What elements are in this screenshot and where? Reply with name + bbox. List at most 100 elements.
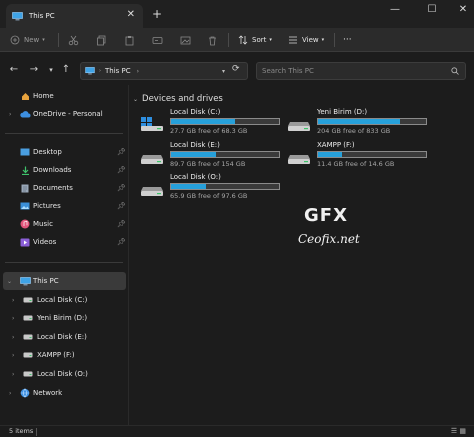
watermark-logo: GFX	[304, 205, 348, 226]
pin-icon[interactable]: 📌︎	[117, 202, 126, 210]
sidebar-item-local-disk-e[interactable]: › Local Disk (E:)	[0, 328, 126, 346]
drive-usage-fill	[171, 184, 206, 189]
chevron-down-icon: ▾	[269, 37, 272, 43]
drive-item-o[interactable]: Local Disk (O:) 65.9 GB free of 97.6 GB	[140, 173, 290, 203]
chevron-right-icon[interactable]: ›	[12, 371, 14, 378]
status-bar: 5 items ☰ ▦	[0, 425, 474, 437]
sidebar-item-this-pc[interactable]: ⌄ This PC	[3, 272, 126, 290]
drive-name: Local Disk (O:)	[170, 173, 221, 181]
drive-item-e[interactable]: Local Disk (E:) 89.7 GB free of 154 GB	[140, 141, 290, 171]
sidebar-item-pictures[interactable]: Pictures 📌︎	[0, 197, 126, 215]
sidebar-item-label: Yeni Birim (D:)	[37, 314, 88, 322]
sidebar-item-label: XAMPP (F:)	[37, 351, 75, 359]
share-button[interactable]	[180, 33, 191, 47]
pc-icon	[85, 67, 95, 75]
sidebar-item-label: Local Disk (E:)	[37, 333, 87, 341]
drive-item-f[interactable]: XAMPP (F:) 11.4 GB free of 14.6 GB	[287, 141, 437, 171]
new-label: New	[24, 36, 40, 44]
sidebar-item-home[interactable]: Home	[0, 87, 126, 105]
sidebar-item-network[interactable]: › Network	[0, 384, 126, 402]
sort-icon	[238, 35, 248, 45]
chevron-right-icon[interactable]: ›	[12, 297, 14, 304]
drive-icon	[141, 155, 163, 164]
chevron-right-icon[interactable]: ›	[12, 315, 14, 322]
sidebar-item-onedrive[interactable]: › OneDrive - Personal	[0, 105, 126, 123]
drive-usage-fill	[318, 152, 342, 157]
drive-usage-bar	[170, 151, 280, 158]
chevron-down-icon[interactable]: ⌄	[7, 278, 12, 285]
drive-usage-bar	[317, 151, 427, 158]
chevron-right-icon[interactable]: ›	[9, 390, 11, 397]
music-icon	[20, 219, 30, 229]
copy-button[interactable]	[96, 33, 107, 47]
sidebar-item-local-disk-c[interactable]: › Local Disk (C:)	[0, 291, 126, 309]
new-button[interactable]: New ▾	[10, 33, 45, 47]
drive-free-space: 27.7 GB free of 68.3 GB	[170, 127, 248, 135]
close-button[interactable]: ✕	[453, 4, 473, 15]
sidebar-item-label: OneDrive - Personal	[33, 110, 103, 118]
address-dropdown-icon[interactable]: ▾	[222, 68, 225, 75]
up-button[interactable]: ↑	[59, 64, 73, 75]
sidebar-item-desktop[interactable]: Desktop 📌︎	[0, 143, 126, 161]
view-toggle-icons[interactable]: ☰ ▦	[451, 427, 466, 435]
pc-icon	[12, 11, 23, 20]
sidebar-item-label: Pictures	[33, 202, 61, 210]
chevron-down-icon[interactable]: ⌄	[133, 96, 138, 103]
new-tab-button[interactable]: +	[152, 7, 162, 21]
pin-icon[interactable]: 📌︎	[117, 184, 126, 192]
video-icon	[20, 238, 30, 246]
sidebar-item-label: Videos	[33, 238, 57, 246]
sidebar-item-videos[interactable]: Videos 📌︎	[0, 233, 126, 251]
status-divider	[36, 428, 37, 436]
minimize-button[interactable]: —	[385, 4, 405, 15]
tab-close-icon[interactable]: ✕	[127, 9, 135, 20]
sidebar-item-documents[interactable]: Documents 📌︎	[0, 179, 126, 197]
drive-usage-fill	[318, 119, 401, 124]
chevron-right-icon[interactable]: ›	[12, 352, 14, 359]
forward-button[interactable]: →	[27, 64, 41, 75]
drive-name: Local Disk (E:)	[170, 141, 220, 149]
back-button[interactable]: ←	[7, 64, 21, 75]
pin-icon[interactable]: 📌︎	[117, 166, 126, 174]
sidebar-item-music[interactable]: Music 📌︎	[0, 215, 126, 233]
group-header-devices[interactable]: ⌄ Devices and drives	[133, 94, 223, 104]
sidebar-item-yeni-birim-d[interactable]: › Yeni Birim (D:)	[0, 309, 126, 327]
sidebar-item-local-disk-o[interactable]: › Local Disk (O:)	[0, 365, 126, 383]
view-button[interactable]: View ▾	[288, 33, 324, 47]
tab-this-pc[interactable]: This PC ✕	[6, 4, 143, 28]
recent-locations-button[interactable]: ▾	[44, 66, 58, 74]
pin-icon[interactable]: 📌︎	[117, 220, 126, 228]
sidebar-item-label: Home	[33, 92, 54, 100]
sidebar-item-xampp-f[interactable]: › XAMPP (F:)	[0, 346, 126, 364]
paste-button[interactable]	[124, 33, 135, 47]
more-options-button[interactable]: ···	[343, 33, 352, 47]
breadcrumb-this-pc[interactable]: This PC	[105, 67, 131, 75]
sort-button[interactable]: Sort ▾	[238, 33, 272, 47]
maximize-button[interactable]: ☐	[422, 4, 442, 15]
drive-item-c[interactable]: Local Disk (C:) 27.7 GB free of 68.3 GB	[140, 108, 290, 138]
cut-button[interactable]	[68, 33, 79, 47]
search-input[interactable]: Search This PC	[256, 62, 466, 80]
pin-icon[interactable]: 📌︎	[117, 148, 126, 156]
address-bar[interactable]: › This PC › ▾	[80, 62, 248, 80]
sidebar-item-label: Documents	[33, 184, 73, 192]
drive-icon	[23, 315, 33, 321]
drive-free-space: 11.4 GB free of 14.6 GB	[317, 160, 395, 168]
drive-name: Local Disk (C:)	[170, 108, 221, 116]
sidebar-item-downloads[interactable]: Downloads 📌︎	[0, 161, 126, 179]
group-title: Devices and drives	[142, 94, 223, 104]
delete-button[interactable]	[207, 33, 218, 47]
chevron-right-icon[interactable]: ›	[9, 111, 11, 118]
chevron-right-icon[interactable]: ›	[12, 334, 14, 341]
pin-icon[interactable]: 📌︎	[117, 238, 126, 246]
network-icon	[20, 388, 30, 398]
sidebar-item-label: Local Disk (C:)	[37, 296, 88, 304]
rename-button[interactable]	[152, 33, 163, 47]
drive-item-d[interactable]: Yeni Birim (D:) 204 GB free of 833 GB	[287, 108, 437, 138]
drive-icon	[23, 371, 33, 377]
sidebar-divider	[5, 133, 123, 134]
drive-name: Yeni Birim (D:)	[317, 108, 368, 116]
refresh-button[interactable]: ⟳	[232, 64, 240, 74]
breadcrumb-chevron-icon: ›	[136, 67, 140, 75]
drive-icon	[141, 187, 163, 196]
